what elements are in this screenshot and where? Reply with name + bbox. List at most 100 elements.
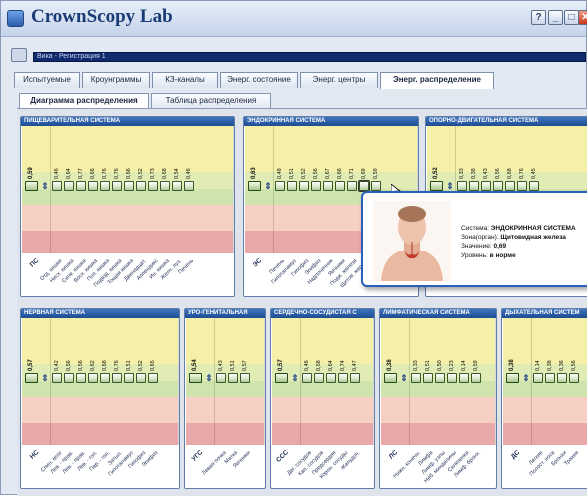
- tab-3[interactable]: КЗ-каналы: [152, 72, 218, 88]
- organ-value: 0,56: [313, 168, 319, 179]
- organ-bar[interactable]: [100, 373, 110, 383]
- organ-bar[interactable]: [88, 181, 98, 191]
- organ-value: 0,68: [162, 168, 168, 179]
- organ-bar[interactable]: [76, 373, 86, 383]
- organ-bar[interactable]: [326, 373, 336, 383]
- organ-bar[interactable]: [529, 181, 539, 191]
- close-button[interactable]: ✕: [578, 10, 587, 25]
- organ-bar[interactable]: [411, 373, 421, 383]
- organ-bar[interactable]: [184, 181, 194, 191]
- organ-bar[interactable]: [471, 373, 481, 383]
- organ-bar[interactable]: [347, 181, 357, 191]
- organ-bar[interactable]: [335, 181, 345, 191]
- organ-bar[interactable]: [124, 373, 134, 383]
- organ-value: 0,14: [535, 360, 541, 371]
- organ-bar[interactable]: [216, 373, 226, 383]
- organ-bar[interactable]: [287, 181, 297, 191]
- maximize-button[interactable]: □: [564, 10, 579, 25]
- address-bar[interactable]: Вика - Регистрация 1: [33, 52, 586, 62]
- organ-bar[interactable]: [481, 181, 491, 191]
- organ-bar[interactable]: [447, 373, 457, 383]
- organ-bar[interactable]: [112, 373, 122, 383]
- organ-bar[interactable]: [136, 373, 146, 383]
- organ-bar[interactable]: [517, 181, 527, 191]
- organ-bar[interactable]: [302, 373, 312, 383]
- organ-bar[interactable]: [350, 373, 360, 383]
- organ-bar[interactable]: [76, 181, 86, 191]
- main-bar[interactable]: [25, 373, 38, 383]
- organ-bar[interactable]: [493, 181, 503, 191]
- organ-bar[interactable]: [136, 181, 146, 191]
- organ-value: 0,51: [425, 360, 431, 371]
- scale-line: [214, 318, 215, 445]
- zone-band: [272, 318, 373, 346]
- organ-bar[interactable]: [52, 373, 62, 383]
- organ-bar[interactable]: [148, 181, 158, 191]
- scale-line: [178, 318, 179, 445]
- organ-value: 0,33: [459, 168, 465, 179]
- subtab-2[interactable]: Таблица распределения: [151, 93, 271, 108]
- organ-bar[interactable]: [557, 373, 567, 383]
- organ-bar[interactable]: [323, 181, 333, 191]
- organ-bar[interactable]: [275, 181, 285, 191]
- organ-bar[interactable]: [172, 181, 182, 191]
- organ-bar[interactable]: [311, 181, 321, 191]
- organ-value: 0,68: [507, 168, 513, 179]
- organ-bar[interactable]: [88, 373, 98, 383]
- arrows-icon: ⇕: [41, 181, 49, 191]
- organ-value: 0,46: [186, 168, 192, 179]
- organ-bar[interactable]: [358, 180, 370, 192]
- tab-6[interactable]: Энерг. распределение: [380, 72, 494, 89]
- organ-value: 0,77: [78, 168, 84, 179]
- tab-2[interactable]: Кроунграммы: [82, 72, 150, 88]
- organ-value: 0,64: [66, 168, 72, 179]
- panel-4: НЕРВНАЯ СИСТЕМА 0,57 НС ⇕ 0,42 Спин. мозг 0,56…: [20, 308, 180, 489]
- main-bar[interactable]: [384, 373, 397, 383]
- tab-1[interactable]: Испытуемые: [14, 72, 80, 88]
- organ-bar[interactable]: [469, 181, 479, 191]
- help-button[interactable]: ?: [531, 10, 546, 25]
- organ-bar[interactable]: [423, 373, 433, 383]
- organ-bar[interactable]: [545, 373, 555, 383]
- organ-bar[interactable]: [533, 373, 543, 383]
- main-value: 0,52: [433, 167, 439, 179]
- organ-bar[interactable]: [100, 181, 110, 191]
- organ-value: 0,62: [90, 360, 96, 371]
- organ-bar[interactable]: [52, 181, 62, 191]
- main-bar[interactable]: [430, 181, 443, 191]
- zone-band: [381, 318, 495, 346]
- organ-bar[interactable]: [338, 373, 348, 383]
- organ-value: 0,76: [114, 360, 120, 371]
- organ-bar[interactable]: [160, 181, 170, 191]
- main-bar[interactable]: [248, 181, 261, 191]
- main-bar[interactable]: [506, 373, 519, 383]
- organ-bar[interactable]: [112, 181, 122, 191]
- organ-bar[interactable]: [299, 181, 309, 191]
- organ-bar[interactable]: [569, 373, 579, 383]
- organ-bar[interactable]: [228, 373, 238, 383]
- organ-bar[interactable]: [459, 373, 469, 383]
- minimize-button[interactable]: _: [548, 10, 563, 25]
- scale-line: [373, 318, 374, 445]
- organ-bar[interactable]: [240, 373, 250, 383]
- organ-bar[interactable]: [64, 373, 74, 383]
- scale-line: [300, 318, 301, 445]
- main-bar[interactable]: [189, 373, 202, 383]
- organ-bar[interactable]: [148, 373, 158, 383]
- subtab-1[interactable]: Диаграмма распределения: [19, 93, 149, 108]
- organ-bar[interactable]: [457, 181, 467, 191]
- tab-4[interactable]: Энерг. состояние: [220, 72, 298, 88]
- organ-value: 0,76: [519, 168, 525, 179]
- toolbar-icon[interactable]: [11, 48, 27, 62]
- organ-bar[interactable]: [124, 181, 134, 191]
- organ-bar[interactable]: [435, 373, 445, 383]
- tab-5[interactable]: Энерг. центры: [300, 72, 378, 88]
- main-bar[interactable]: [275, 373, 288, 383]
- zone-band: [272, 381, 373, 397]
- organ-bar[interactable]: [64, 181, 74, 191]
- organ-bar[interactable]: [505, 181, 515, 191]
- organ-value: 0,38: [547, 360, 553, 371]
- organ-bar[interactable]: [371, 181, 381, 191]
- organ-bar[interactable]: [314, 373, 324, 383]
- main-bar[interactable]: [25, 181, 38, 191]
